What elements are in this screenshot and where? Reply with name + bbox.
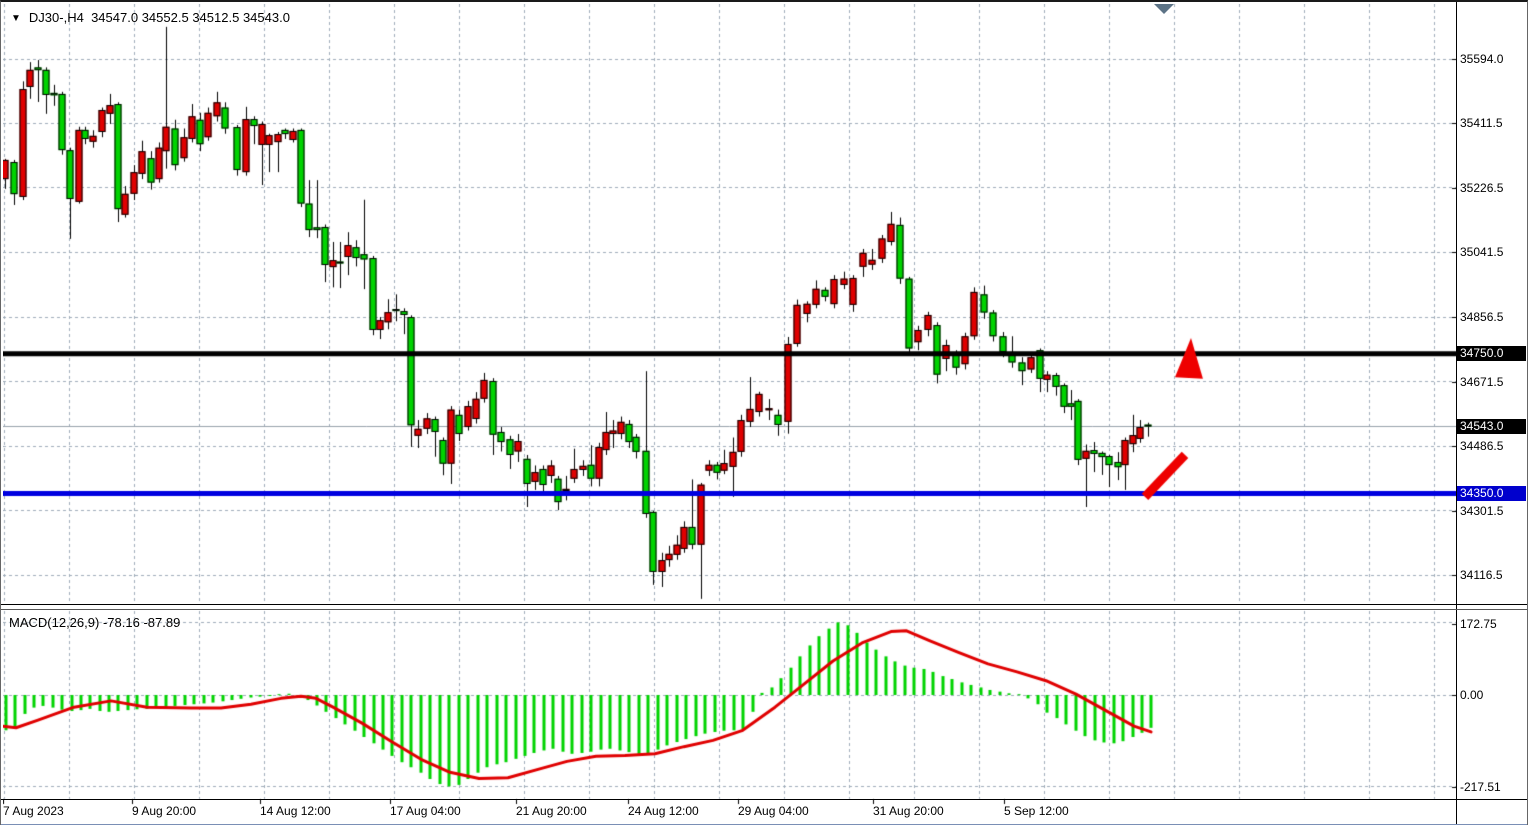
price-axis-label: 34486.5 xyxy=(1460,439,1503,453)
price-axis-border xyxy=(1456,2,1457,824)
time-axis-label: 21 Aug 20:00 xyxy=(516,804,587,818)
macd-axis-label: 0.00 xyxy=(1460,688,1483,702)
ohlc-close: 34543.0 xyxy=(243,10,290,25)
macd-axis-label: -217.51 xyxy=(1460,780,1501,794)
support-price-badge: 34350.0 xyxy=(1457,486,1526,501)
chart-canvas[interactable] xyxy=(3,4,1456,824)
macd-axis-label: 172.75 xyxy=(1460,617,1497,631)
price-axis-label: 34671.5 xyxy=(1460,375,1503,389)
price-axis-label: 35041.5 xyxy=(1460,245,1503,259)
chart-shift-marker-icon[interactable] xyxy=(1154,4,1174,14)
macd-main-value: -78.16 xyxy=(103,615,140,630)
time-axis-border xyxy=(1,799,1528,800)
time-axis-label: 17 Aug 04:00 xyxy=(390,804,461,818)
time-axis-label: 9 Aug 20:00 xyxy=(132,804,196,818)
symbol-period-label: DJ30-,H4 xyxy=(29,10,84,25)
price-axis-label: 35594.0 xyxy=(1460,52,1503,66)
price-axis-label: 34116.5 xyxy=(1460,568,1503,582)
price-axis-label: 34301.5 xyxy=(1460,504,1503,518)
ohlc-low: 34512.5 xyxy=(192,10,239,25)
current-price-badge: 34543.0 xyxy=(1457,419,1526,434)
resistance-price-badge: 34750.0 xyxy=(1457,346,1526,361)
symbol-dropdown-icon: ▼ xyxy=(11,13,21,24)
panel-separator-top[interactable] xyxy=(1,604,1528,605)
mt4-chart-window: ▼ DJ30-,H4 34547.0 34552.5 34512.5 34543.… xyxy=(0,0,1528,825)
macd-indicator-label: MACD(12,26,9) -78.16 -87.89 xyxy=(9,615,180,630)
price-axis-label: 35411.5 xyxy=(1460,116,1503,130)
ohlc-open: 34547.0 xyxy=(91,10,138,25)
price-axis-label: 35226.5 xyxy=(1460,181,1503,195)
time-axis-label: 5 Sep 12:00 xyxy=(1004,804,1069,818)
macd-signal-value: -87.89 xyxy=(143,615,180,630)
time-axis-label: 31 Aug 20:00 xyxy=(873,804,944,818)
chart-ohlc-header: ▼ DJ30-,H4 34547.0 34552.5 34512.5 34543.… xyxy=(11,10,290,25)
ohlc-high: 34552.5 xyxy=(142,10,189,25)
time-axis-label: 24 Aug 12:00 xyxy=(628,804,699,818)
time-axis-label: 7 Aug 2023 xyxy=(3,804,64,818)
macd-name: MACD(12,26,9) xyxy=(9,615,99,630)
panel-separator-bottom xyxy=(1,609,1528,610)
time-axis-label: 14 Aug 12:00 xyxy=(260,804,331,818)
price-axis-label: 34856.5 xyxy=(1460,310,1503,324)
time-axis-label: 29 Aug 04:00 xyxy=(738,804,809,818)
